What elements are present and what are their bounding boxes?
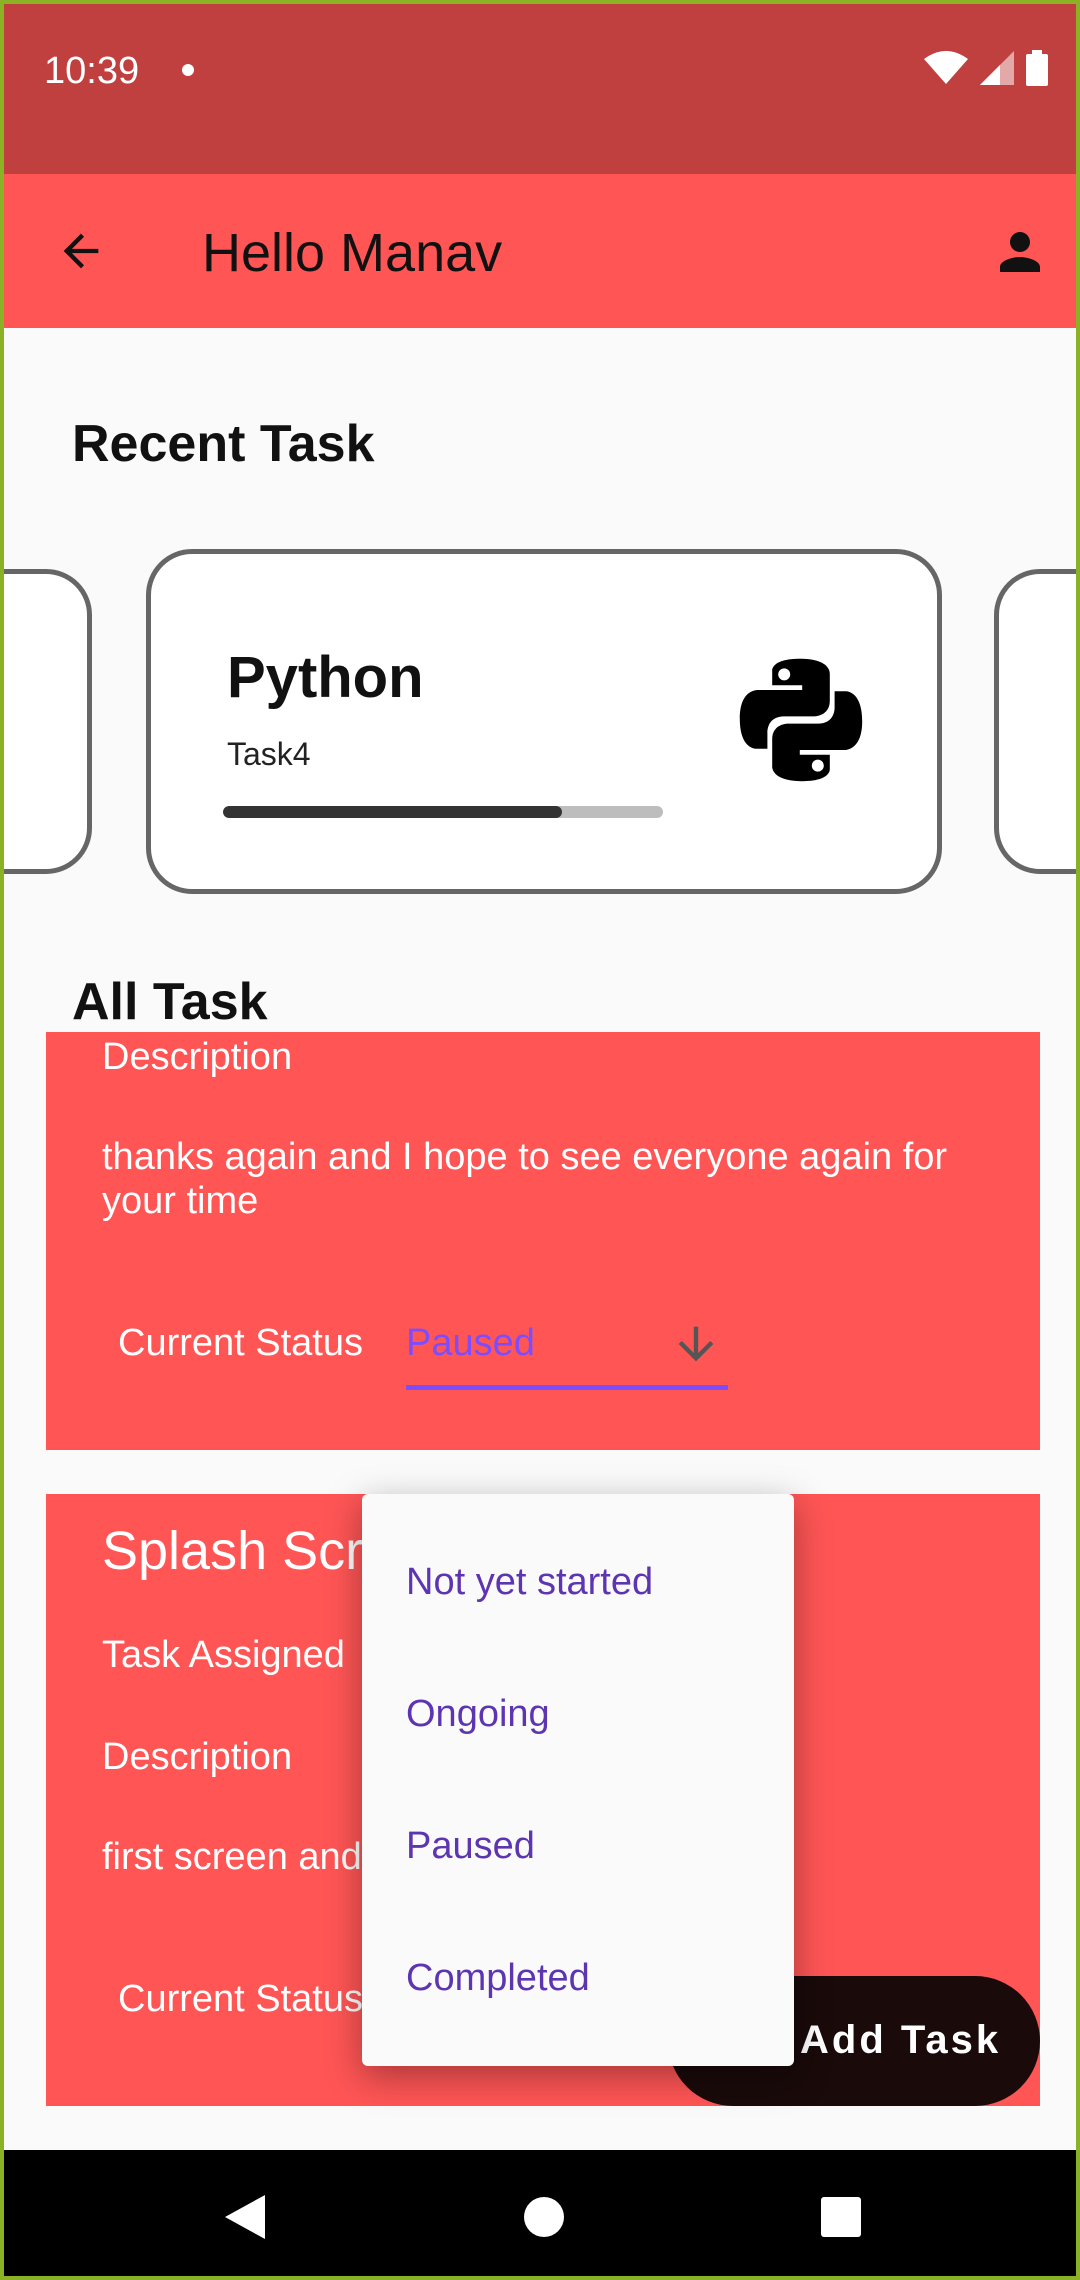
app-bar: Hello Manav [4, 174, 1076, 328]
person-icon [1000, 232, 1040, 272]
task-progress-bar [223, 806, 663, 818]
status-time: 10:39 [44, 50, 140, 92]
description-label: Description [102, 1736, 293, 1778]
arrow-back-icon [63, 233, 99, 269]
app-screen: 10:39 Hello Manav Recent Task Python Tas… [0, 0, 1080, 2280]
nav-recents-button[interactable] [808, 2184, 874, 2250]
page-title: Hello Manav [202, 223, 503, 283]
recent-task-card-prev[interactable] [4, 569, 92, 874]
python-logo-icon [739, 658, 863, 782]
description-text-line2: your time [102, 1180, 259, 1222]
status-dropdown-value: Paused [406, 1322, 535, 1364]
nav-home-icon [524, 2197, 564, 2237]
current-status-label: Current Status [118, 1322, 363, 1364]
back-button[interactable] [44, 214, 118, 288]
profile-button[interactable] [980, 212, 1060, 292]
battery-icon [1026, 50, 1048, 86]
all-task-heading: All Task [72, 973, 268, 1031]
menu-item-ongoing[interactable]: Ongoing [362, 1648, 794, 1780]
signal-icon [980, 51, 1014, 85]
menu-item-completed[interactable]: Completed [362, 1912, 794, 2044]
task-assigned-label: Task Assigned [102, 1634, 345, 1676]
wifi-icon [924, 51, 968, 84]
card-subtitle: Task4 [227, 736, 311, 772]
description-label: Description [102, 1036, 293, 1078]
notification-dot-icon [182, 64, 194, 76]
arrow-down-icon [678, 1326, 714, 1362]
menu-item-paused[interactable]: Paused [362, 1780, 794, 1912]
status-dropdown[interactable]: Paused [406, 1308, 728, 1390]
system-nav-bar [4, 2150, 1076, 2276]
status-dropdown-menu: Not yet started Ongoing Paused Completed [362, 1494, 794, 2066]
status-bar: 10:39 [4, 4, 1076, 174]
nav-home-button[interactable] [511, 2184, 577, 2250]
task-title: Splash Scr [102, 1521, 364, 1581]
recent-task-heading: Recent Task [72, 415, 375, 473]
nav-back-button[interactable] [212, 2184, 278, 2250]
task-card: Description thanks again and I hope to s… [46, 1032, 1040, 1450]
recent-task-card-next[interactable] [994, 569, 1076, 874]
status-icons [924, 50, 1048, 86]
recent-task-card[interactable]: Python Task4 [146, 549, 942, 894]
description-text-line1: thanks again and I hope to see everyone … [102, 1136, 948, 1178]
menu-item-not-yet-started[interactable]: Not yet started [362, 1516, 794, 1648]
add-task-label: Add Task [800, 2018, 1002, 2062]
nav-back-icon [225, 2195, 265, 2239]
nav-recents-icon [821, 2197, 861, 2237]
current-status-label: Current Status [118, 1978, 363, 2020]
card-title: Python [227, 645, 424, 710]
task-progress-fill [223, 806, 562, 818]
description-text: first screen and [102, 1836, 362, 1878]
